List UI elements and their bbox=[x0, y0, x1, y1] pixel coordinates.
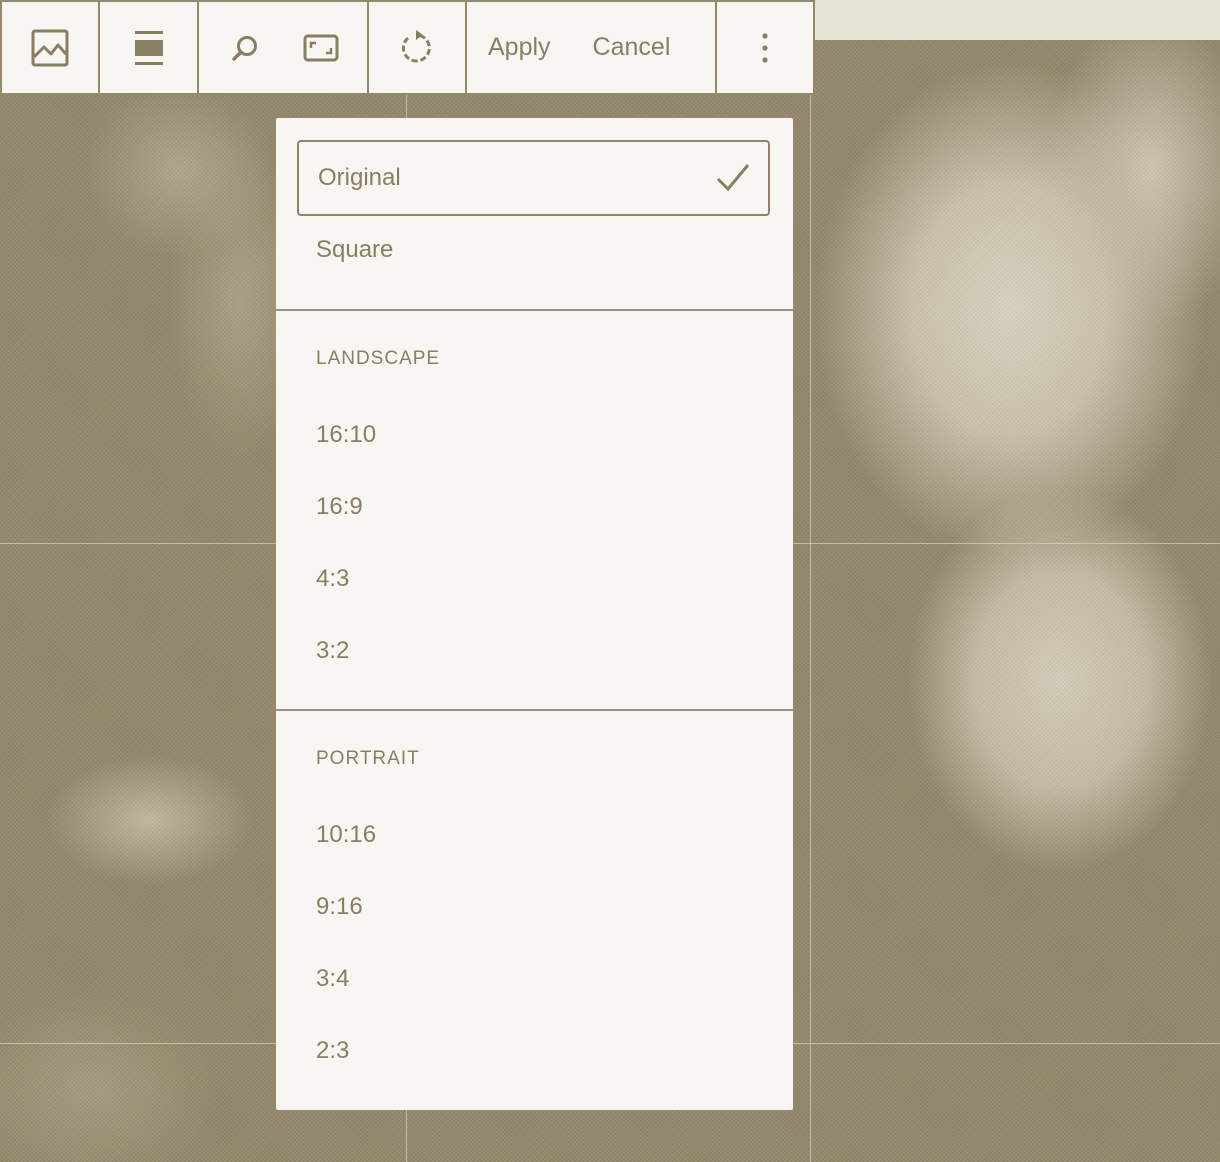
align-button[interactable] bbox=[100, 2, 197, 93]
menu-item-label: 16:9 bbox=[316, 493, 363, 520]
menu-item-16-10[interactable]: 16:10 bbox=[297, 399, 770, 471]
toolbar-group-crop-tools bbox=[199, 2, 369, 93]
toolbar-group-block-type bbox=[2, 2, 100, 93]
menu-item-label: Original bbox=[318, 164, 401, 191]
portrait-heading: PORTRAIT bbox=[316, 748, 420, 769]
image-block-button[interactable] bbox=[2, 2, 98, 93]
crop-grid-line bbox=[810, 95, 811, 1162]
menu-item-4-3[interactable]: 4:3 bbox=[297, 543, 770, 615]
cancel-button-label: Cancel bbox=[592, 33, 671, 61]
menu-item-label: 3:4 bbox=[316, 965, 350, 992]
menu-divider bbox=[276, 309, 793, 311]
menu-item-2-3[interactable]: 2:3 bbox=[297, 1015, 770, 1087]
image-icon bbox=[31, 29, 69, 66]
canvas-top-strip bbox=[812, 0, 1220, 40]
block-toolbar: Apply Cancel bbox=[0, 0, 815, 95]
more-options-button[interactable] bbox=[717, 2, 813, 93]
menu-item-10-16[interactable]: 10:16 bbox=[297, 799, 770, 871]
apply-button[interactable]: Apply bbox=[467, 2, 572, 93]
cancel-button[interactable]: Cancel bbox=[572, 2, 692, 93]
menu-item-label: 16:10 bbox=[316, 421, 377, 448]
menu-item-label: Square bbox=[316, 236, 394, 263]
rotate-button[interactable] bbox=[369, 2, 465, 93]
zoom-button[interactable] bbox=[199, 2, 291, 93]
aspect-ratio-button[interactable] bbox=[291, 2, 351, 93]
toolbar-group-rotate bbox=[369, 2, 467, 93]
menu-item-label: 10:16 bbox=[316, 821, 377, 848]
menu-item-3-2[interactable]: 3:2 bbox=[297, 615, 770, 687]
align-full-width-icon bbox=[134, 30, 163, 65]
menu-divider bbox=[276, 709, 793, 711]
menu-item-16-9[interactable]: 16:9 bbox=[297, 471, 770, 543]
menu-item-label: 9:16 bbox=[316, 893, 363, 920]
toolbar-group-actions: Apply Cancel bbox=[467, 2, 717, 93]
menu-item-label: 2:3 bbox=[316, 1037, 350, 1064]
menu-item-label: 3:2 bbox=[316, 637, 350, 664]
rotate-icon bbox=[401, 29, 431, 62]
landscape-heading: LANDSCAPE bbox=[316, 348, 441, 369]
toolbar-group-more bbox=[717, 2, 813, 93]
aspect-ratio-icon bbox=[303, 34, 339, 61]
search-icon bbox=[232, 35, 257, 61]
menu-item-original[interactable]: Original bbox=[297, 140, 770, 216]
menu-item-3-4[interactable]: 3:4 bbox=[297, 943, 770, 1015]
menu-item-9-16[interactable]: 9:16 bbox=[297, 871, 770, 943]
more-vertical-icon bbox=[762, 32, 768, 63]
check-icon bbox=[716, 164, 750, 192]
aspect-ratio-menu: Original Square LANDSCAPE 16:10 16:9 4:3… bbox=[276, 118, 793, 1110]
menu-item-label: 4:3 bbox=[316, 565, 350, 592]
toolbar-group-align bbox=[100, 2, 199, 93]
menu-item-square[interactable]: Square bbox=[297, 214, 770, 286]
apply-button-label: Apply bbox=[488, 33, 551, 61]
